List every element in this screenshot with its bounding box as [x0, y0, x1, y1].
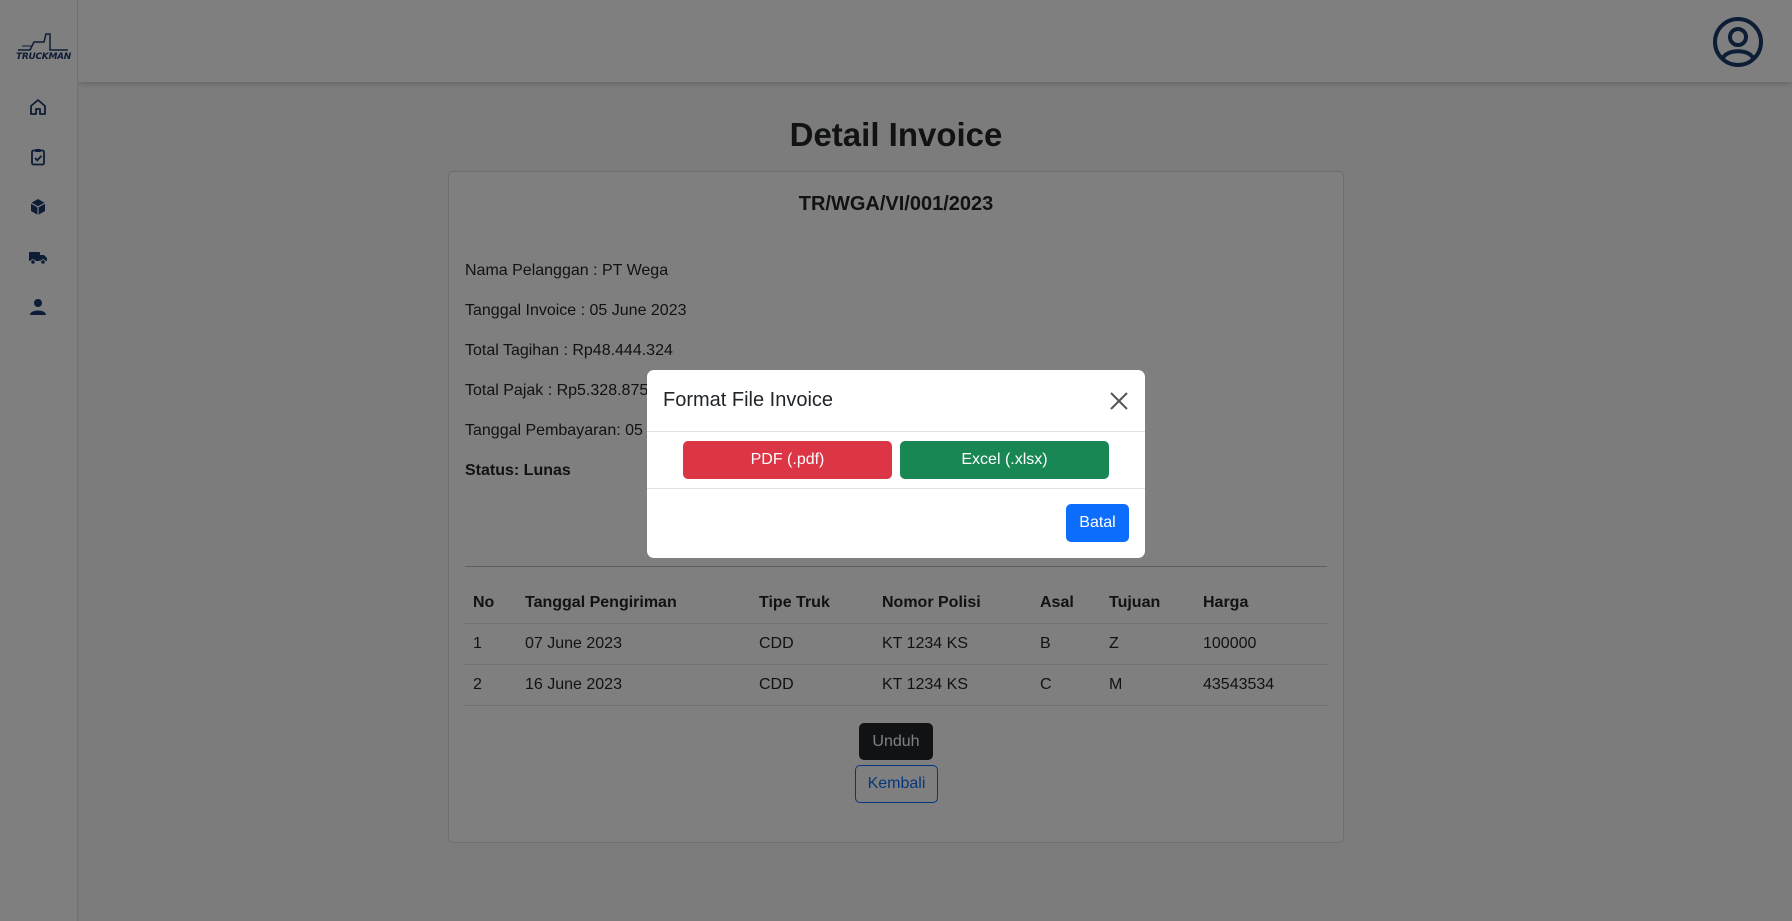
modal-header: Format File Invoice — [647, 370, 1145, 432]
modal-body: PDF (.pdf) Excel (.xlsx) — [647, 432, 1145, 489]
cancel-button[interactable]: Batal — [1066, 504, 1129, 542]
close-icon — [1110, 392, 1128, 410]
file-format-modal: Format File Invoice PDF (.pdf) Excel (.x… — [647, 370, 1145, 558]
modal-title: Format File Invoice — [663, 389, 834, 411]
excel-button[interactable]: Excel (.xlsx) — [900, 441, 1109, 479]
pdf-button[interactable]: PDF (.pdf) — [683, 441, 892, 479]
close-button[interactable] — [1107, 389, 1131, 413]
